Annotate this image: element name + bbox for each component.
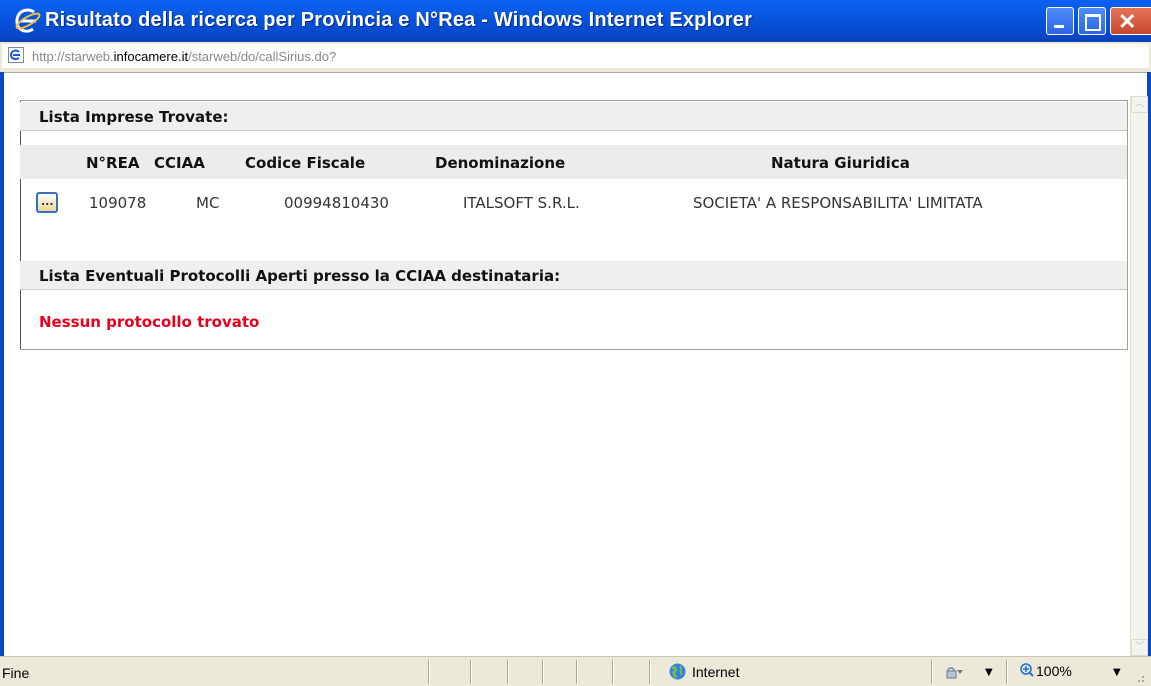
cell-rea: 109078 [89,194,147,212]
window-frame-left [0,72,4,686]
imprese-section-header: Lista Imprese Trovate: [20,102,1127,131]
status-divider [612,660,614,684]
cell-denominazione: ITALSOFT S.R.L. [463,194,580,212]
status-bar: Fine [0,656,1151,686]
ie-logo-icon [15,8,41,33]
status-divider [470,660,472,684]
status-divider [542,660,544,684]
protocolli-section-header: Lista Eventuali Protocolli Aperti presso… [20,261,1127,290]
ellipsis-icon: ... [41,195,54,208]
maximize-button[interactable] [1078,7,1106,35]
status-divider [931,660,933,684]
detail-button[interactable]: ... [36,192,58,213]
close-icon: ✕ [1118,9,1137,34]
scroll-up-button[interactable]: ︿ [1131,96,1148,113]
minimize-button[interactable] [1046,7,1074,35]
close-button[interactable]: ✕ [1110,7,1151,35]
url-prefix: http://starweb. [32,49,114,64]
window-title: Risultato della ricerca per Provincia e … [45,9,753,31]
imprese-header-label: Lista Imprese Trovate: [39,108,229,126]
no-protocol-message: Nessun protocollo trovato [39,313,260,331]
status-divider [649,660,651,684]
results-panel: Lista Imprese Trovate: N°REA CCIAA Codic… [20,100,1128,350]
cell-cciaa: MC [196,194,220,212]
status-text: Fine [2,665,30,681]
lock-icon[interactable] [944,665,964,679]
chevron-down-icon[interactable]: ▼ [985,667,993,678]
column-header-rea: N°REA [86,154,140,172]
column-header-denominazione: Denominazione [435,154,566,172]
scroll-down-button[interactable]: ﹀ [1131,639,1148,656]
status-divider [507,660,509,684]
table-header: N°REA CCIAA Codice Fiscale Denominazione… [20,145,1127,179]
protocolli-header-label: Lista Eventuali Protocolli Aperti presso… [39,267,561,285]
status-divider [1006,660,1008,684]
status-divider [576,660,578,684]
ie-page-icon [8,47,24,63]
ie-popup-window: Risultato della ricerca per Provincia e … [0,0,1151,686]
resize-grip-icon[interactable] [1133,671,1145,683]
title-bar[interactable]: Risultato della ricerca per Provincia e … [0,0,1151,42]
zoom-level[interactable]: 100% [1036,663,1072,679]
security-zone-label: Internet [692,664,740,680]
globe-icon [669,663,686,680]
cell-natura-giuridica: SOCIETA' A RESPONSABILITA' LIMITATA [693,194,983,212]
address-url[interactable]: http://starweb.infocamere.it/starweb/do/… [32,49,336,64]
magnifier-icon[interactable] [1020,663,1034,677]
column-header-natura-giuridica: Natura Giuridica [771,154,910,172]
status-divider [428,660,430,684]
chevron-down-icon[interactable]: ▼ [1113,667,1121,678]
column-header-cciaa: CCIAA [154,154,205,172]
vertical-scrollbar[interactable]: ︿ ﹀ [1130,96,1148,656]
url-suffix: /starweb/do/callSirius.do? [188,49,337,64]
cell-codice-fiscale: 00994810430 [284,194,389,212]
url-domain: infocamere.it [113,49,189,64]
column-header-codice-fiscale: Codice Fiscale [245,154,366,172]
